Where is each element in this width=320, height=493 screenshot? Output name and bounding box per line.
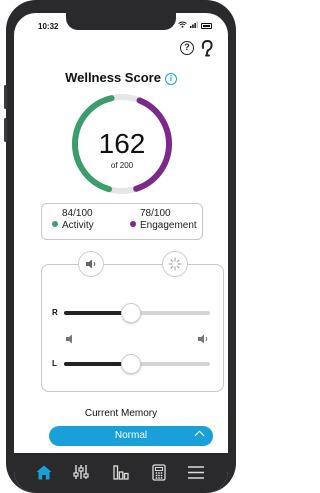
tab-bar xyxy=(14,453,228,493)
side-button xyxy=(4,118,7,142)
volume-down-icon[interactable] xyxy=(66,334,77,344)
score-value: 162 xyxy=(98,128,146,159)
notch xyxy=(66,13,176,30)
adjust-icon xyxy=(73,465,89,479)
menu-icon xyxy=(188,465,204,479)
activity-stat: 84/100 Activity xyxy=(52,208,94,232)
right-slider-label: R xyxy=(52,308,58,317)
ear-icon[interactable] xyxy=(200,39,214,57)
sparkle-icon xyxy=(168,257,182,271)
stats-icon xyxy=(113,465,129,480)
status-time: 10:32 xyxy=(38,22,59,31)
engagement-stat: 78/100 Engagement xyxy=(130,208,197,232)
volume-up-icon[interactable] xyxy=(198,334,210,344)
wifi-icon xyxy=(178,21,187,30)
sparkle-mode-button[interactable] xyxy=(162,251,188,277)
battery-icon xyxy=(201,22,212,29)
tab-remote[interactable] xyxy=(148,461,170,483)
page-title: Wellness Score xyxy=(65,70,161,85)
left-slider-label: L xyxy=(52,359,57,368)
engagement-value: 78/100 xyxy=(140,208,171,219)
activity-label: Activity xyxy=(62,220,94,231)
activity-value: 84/100 xyxy=(62,208,93,219)
home-icon xyxy=(36,465,52,479)
tab-adjust[interactable] xyxy=(70,461,92,483)
right-volume-slider[interactable] xyxy=(64,303,210,323)
side-button xyxy=(4,85,7,109)
left-volume-slider[interactable] xyxy=(64,354,210,374)
remote-icon xyxy=(152,463,166,481)
speaker-mode-button[interactable] xyxy=(78,251,104,277)
status-icons xyxy=(178,21,212,30)
memory-select[interactable]: Normal xyxy=(49,426,213,446)
tab-stats[interactable] xyxy=(110,461,132,483)
screen: 10:32 ? Wellness Score i 162 of 200 84/10… xyxy=(14,13,228,493)
memory-selected: Normal xyxy=(114,430,148,441)
engagement-dot xyxy=(130,221,136,227)
tab-home[interactable] xyxy=(33,461,55,483)
chevron-up-icon xyxy=(194,430,205,441)
engagement-label: Engagement xyxy=(140,220,197,231)
speaker-icon xyxy=(85,259,95,269)
tab-menu[interactable] xyxy=(185,461,207,483)
score-max: of 200 xyxy=(110,161,134,170)
signal-icon xyxy=(190,21,198,30)
activity-dot xyxy=(52,221,58,227)
sound-control-card: R L xyxy=(41,251,224,392)
stats-box: 84/100 Activity 78/100 Engagement xyxy=(41,203,203,240)
right-slider-thumb[interactable] xyxy=(121,303,142,323)
info-icon[interactable]: i xyxy=(164,73,177,85)
memory-label: Current Memory xyxy=(84,408,158,419)
help-icon[interactable]: ? xyxy=(180,41,194,55)
left-slider-thumb[interactable] xyxy=(121,354,142,374)
page-title-row: Wellness Score i xyxy=(14,70,228,85)
